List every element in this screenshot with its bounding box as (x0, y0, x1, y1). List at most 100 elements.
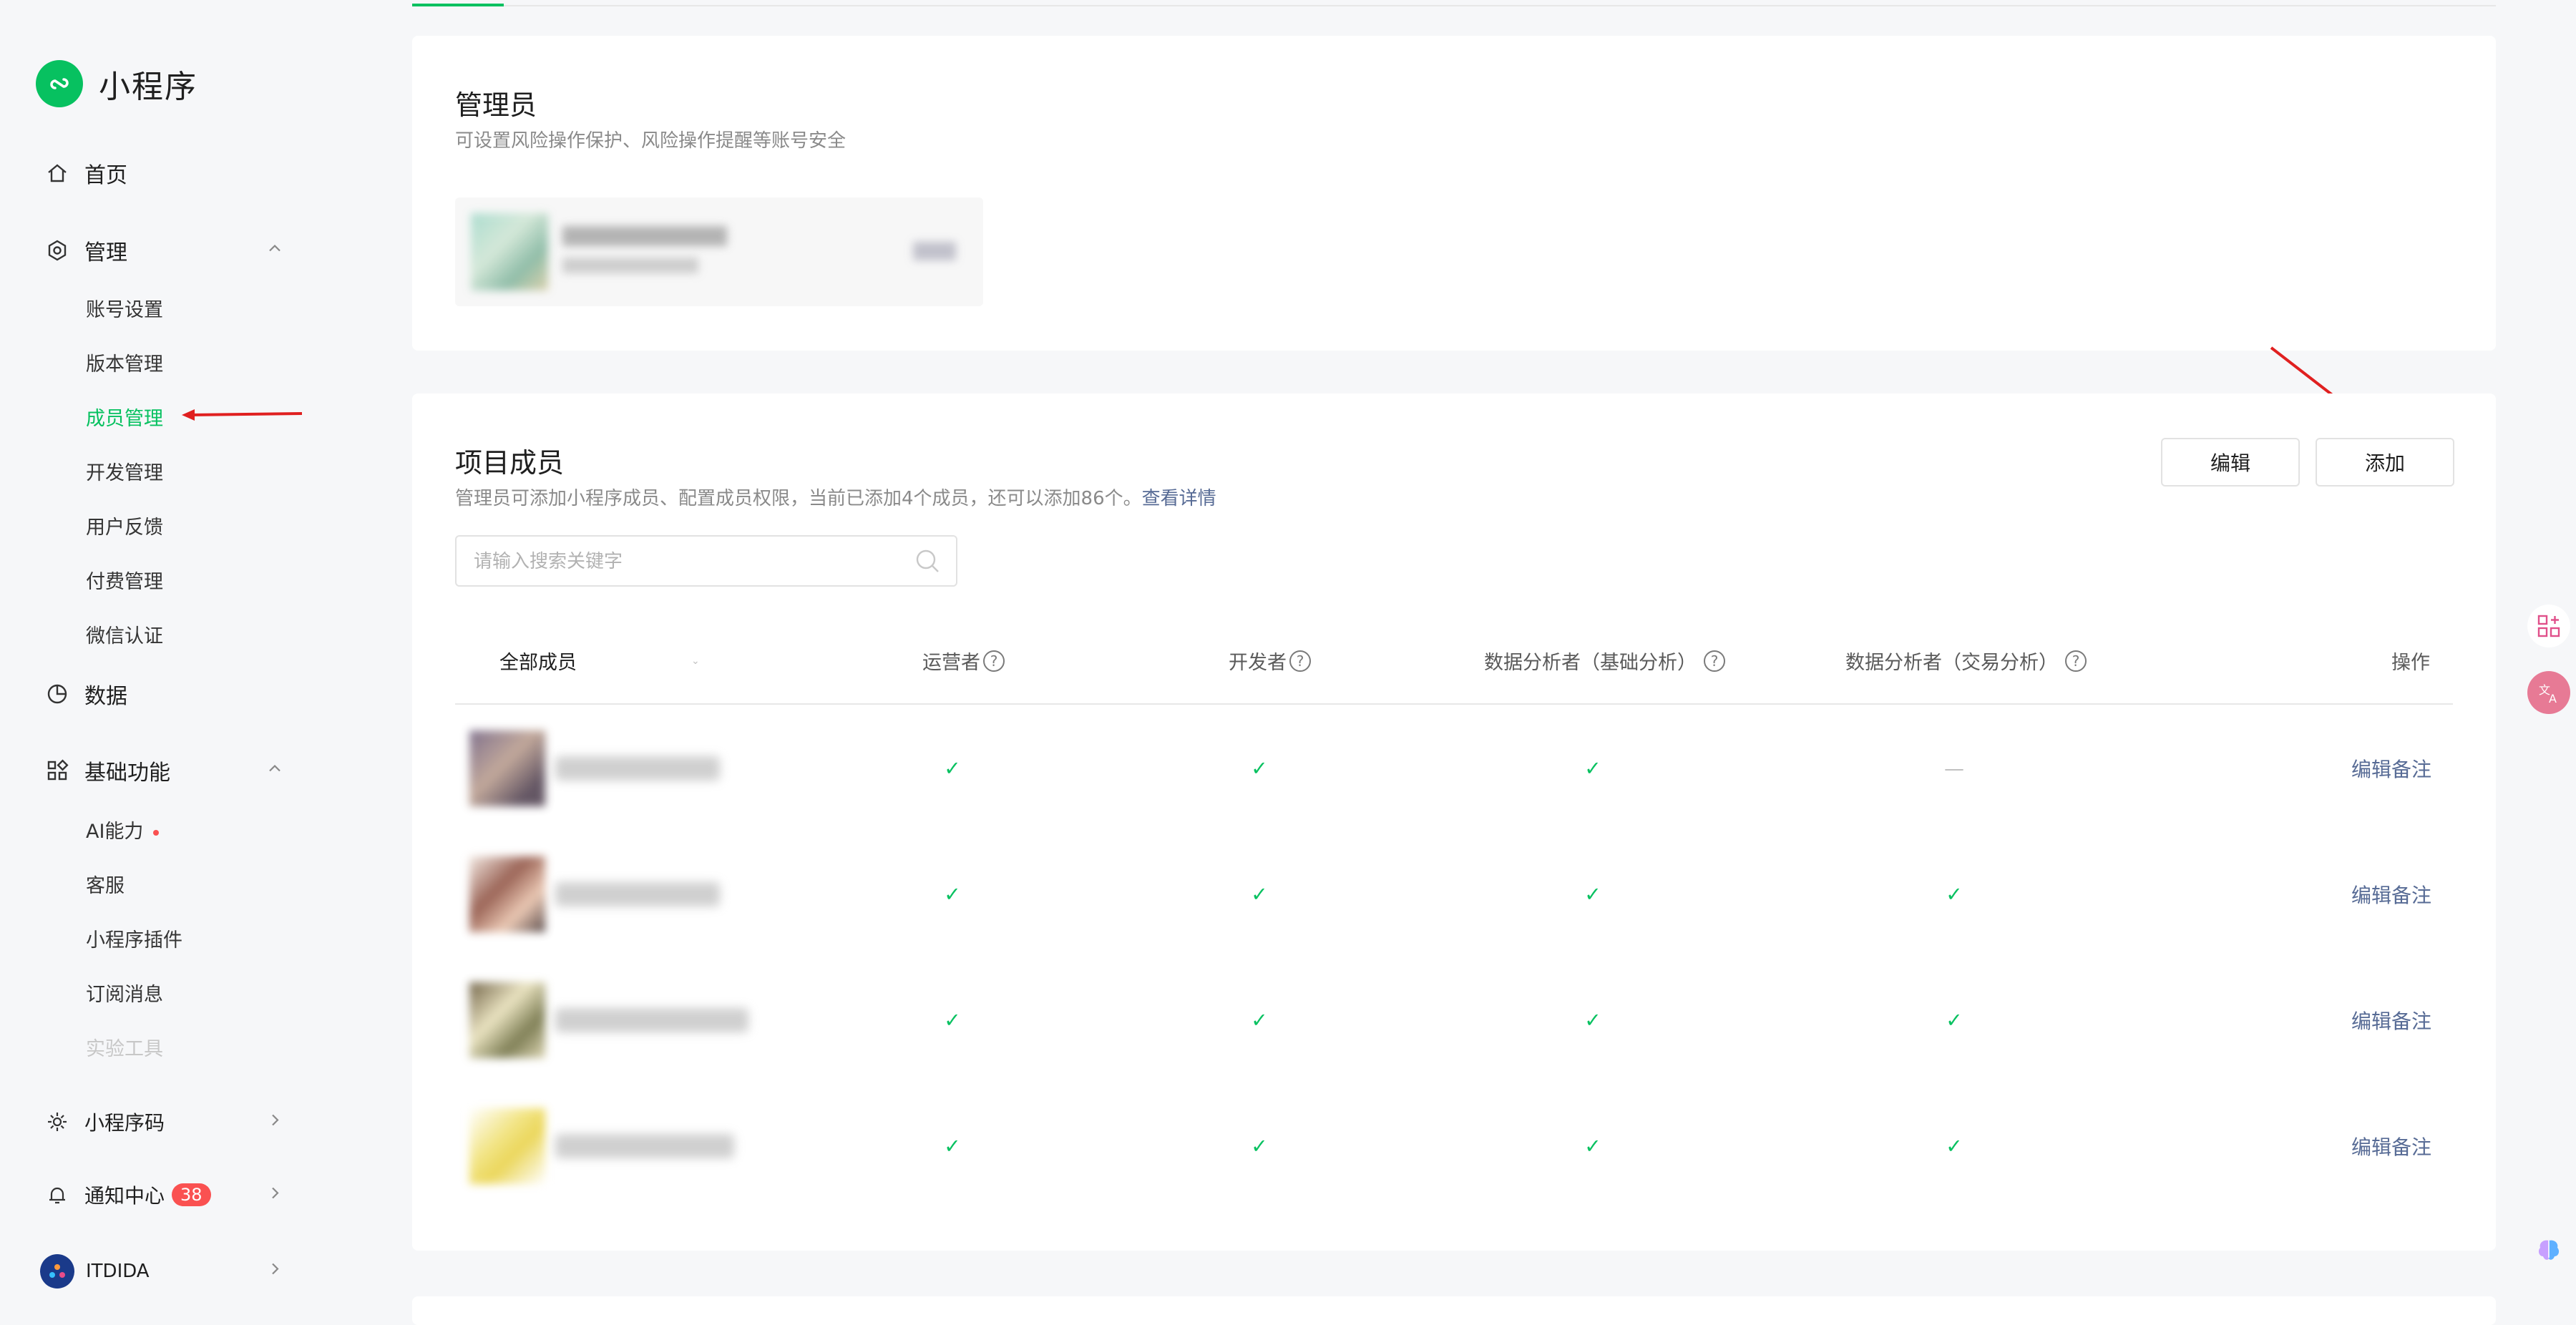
col-developer-label: 开发者 (1229, 652, 1287, 674)
sidebar-item-ai-label: AI能力 (86, 821, 144, 843)
table-row: ✓ ✓ ✓ ✓ 编辑备注 (455, 1083, 2453, 1209)
member-name (555, 1008, 748, 1032)
nav-notify[interactable]: 通知中心 38 (44, 1180, 288, 1209)
next-card (412, 1296, 2496, 1325)
admin-tag (913, 242, 956, 260)
brain-icon[interactable] (2527, 1229, 2570, 1272)
member-name (555, 882, 720, 906)
nav-account[interactable]: ITDIDA (40, 1254, 288, 1289)
account-name: ITDIDA (86, 1261, 150, 1282)
col-all-members-label: 全部成员 (499, 652, 577, 674)
apps-add-icon[interactable] (2527, 605, 2570, 647)
view-detail-link[interactable]: 查看详情 (1142, 488, 1216, 509)
col-analyst-basic: 数据分析者（基础分析）? (1484, 647, 1725, 675)
member-avatar (469, 856, 545, 932)
analyst-basic-check-icon: ✓ (1584, 882, 1601, 906)
chevron-up-icon (266, 758, 283, 783)
chevron-right-icon (266, 1183, 283, 1207)
analyst-trade-check-icon: ✓ (1946, 882, 1963, 906)
col-operator-label: 运营者 (922, 652, 980, 674)
sidebar-item-service[interactable]: 客服 (86, 870, 125, 898)
sidebar-item-lab[interactable]: 实验工具 (86, 1033, 163, 1061)
admin-desc: 可设置风险操作保护、风险操作提醒等账号安全 (455, 130, 847, 152)
nav-home-label: 首页 (84, 163, 127, 188)
edit-note-link[interactable]: 编辑备注 (2351, 1132, 2431, 1160)
grid-icon (44, 758, 70, 783)
add-member-button[interactable]: 添加 (2316, 438, 2454, 487)
sidebar-item-certification[interactable]: 微信认证 (86, 620, 163, 648)
table-row: ✓ ✓ ✓ ✓ 编辑备注 (455, 957, 2453, 1083)
help-icon[interactable]: ? (1289, 650, 1311, 672)
tab-active-indicator (412, 4, 504, 6)
help-icon[interactable]: ? (1704, 650, 1725, 672)
table-row: ✓ ✓ ✓ ✓ 编辑备注 (455, 831, 2453, 957)
pie-chart-icon (44, 681, 70, 707)
analyst-basic-check-icon: ✓ (1584, 756, 1601, 781)
table-header-divider (455, 703, 2453, 705)
nav-manage[interactable]: 管理 (44, 235, 288, 266)
edit-note-link[interactable]: 编辑备注 (2351, 1006, 2431, 1035)
col-action: 操作 (2391, 652, 2430, 674)
nav-qrcode-label: 小程序码 (84, 1111, 165, 1135)
brand-logo[interactable]: 小程序 (36, 60, 197, 107)
notify-count-badge: 38 (172, 1183, 211, 1206)
edit-note-link[interactable]: 编辑备注 (2351, 880, 2431, 909)
member-avatar (469, 730, 545, 806)
developer-check-icon: ✓ (1251, 1134, 1268, 1158)
sidebar-item-ai[interactable]: AI能力 (86, 816, 160, 844)
search-box (455, 535, 957, 587)
sort-icon: ⌄ (691, 655, 700, 667)
sidebar-item-version[interactable]: 版本管理 (86, 348, 163, 376)
admin-card: 管理员 可设置风险操作保护、风险操作提醒等账号安全 (412, 36, 2496, 351)
avatar (40, 1254, 74, 1289)
developer-check-icon: ✓ (1251, 756, 1268, 781)
miniprogram-logo-icon (36, 60, 83, 107)
edit-button[interactable]: 编辑 (2161, 438, 2300, 487)
bell-icon (44, 1182, 70, 1208)
nav-qrcode[interactable]: 小程序码 (44, 1108, 288, 1136)
analyst-trade-dash: — (1944, 756, 1964, 781)
sidebar-item-dev[interactable]: 开发管理 (86, 457, 163, 485)
developer-check-icon: ✓ (1251, 882, 1268, 906)
new-dot (153, 829, 160, 836)
col-analyst-trade: 数据分析者（交易分析）? (1845, 647, 2087, 675)
members-title: 项目成员 (455, 447, 565, 479)
admin-name (562, 226, 727, 246)
chevron-right-icon (266, 1261, 283, 1283)
admin-item[interactable] (455, 197, 983, 306)
nav-manage-label: 管理 (84, 240, 127, 265)
brand-name: 小程序 (99, 69, 197, 105)
sidebar-item-subscribe[interactable]: 订阅消息 (86, 979, 163, 1007)
chevron-right-icon (266, 1110, 283, 1134)
help-icon[interactable]: ? (983, 650, 1005, 672)
edit-note-link[interactable]: 编辑备注 (2351, 754, 2431, 783)
translate-icon[interactable]: 文A (2527, 671, 2570, 714)
svg-text:A: A (2549, 692, 2557, 705)
chevron-up-icon (266, 238, 283, 263)
sidebar-item-members[interactable]: 成员管理 (86, 403, 163, 431)
member-avatar (469, 982, 545, 1058)
sidebar-item-account-settings[interactable]: 账号设置 (86, 294, 163, 322)
col-analyst-basic-label: 数据分析者（基础分析） (1484, 652, 1697, 674)
developer-check-icon: ✓ (1251, 1008, 1268, 1032)
sidebar-item-payment[interactable]: 付费管理 (86, 566, 163, 594)
nav-data[interactable]: 数据 (44, 678, 127, 710)
sidebar-item-feedback[interactable]: 用户反馈 (86, 512, 163, 539)
admin-avatar (471, 213, 548, 290)
search-input[interactable] (472, 547, 904, 577)
col-analyst-trade-label: 数据分析者（交易分析） (1845, 652, 2058, 674)
nav-basic[interactable]: 基础功能 (44, 755, 288, 786)
member-name (555, 1134, 734, 1158)
help-icon[interactable]: ? (2065, 650, 2087, 672)
col-all-members[interactable]: 全部成员 ⌄ (499, 647, 700, 675)
qrcode-icon (44, 1109, 70, 1135)
manage-icon (44, 238, 70, 263)
nav-home[interactable]: 首页 (44, 157, 127, 189)
operator-check-icon: ✓ (944, 1134, 961, 1158)
analyst-basic-check-icon: ✓ (1584, 1008, 1601, 1032)
members-desc: 管理员可添加小程序成员、配置成员权限，当前已添加4个成员，还可以添加86个。 (455, 488, 1142, 509)
members-card: 项目成员 管理员可添加小程序成员、配置成员权限，当前已添加4个成员，还可以添加8… (412, 393, 2496, 1251)
search-icon[interactable] (913, 547, 942, 578)
analyst-trade-check-icon: ✓ (1946, 1134, 1963, 1158)
sidebar-item-plugin[interactable]: 小程序插件 (86, 924, 182, 952)
